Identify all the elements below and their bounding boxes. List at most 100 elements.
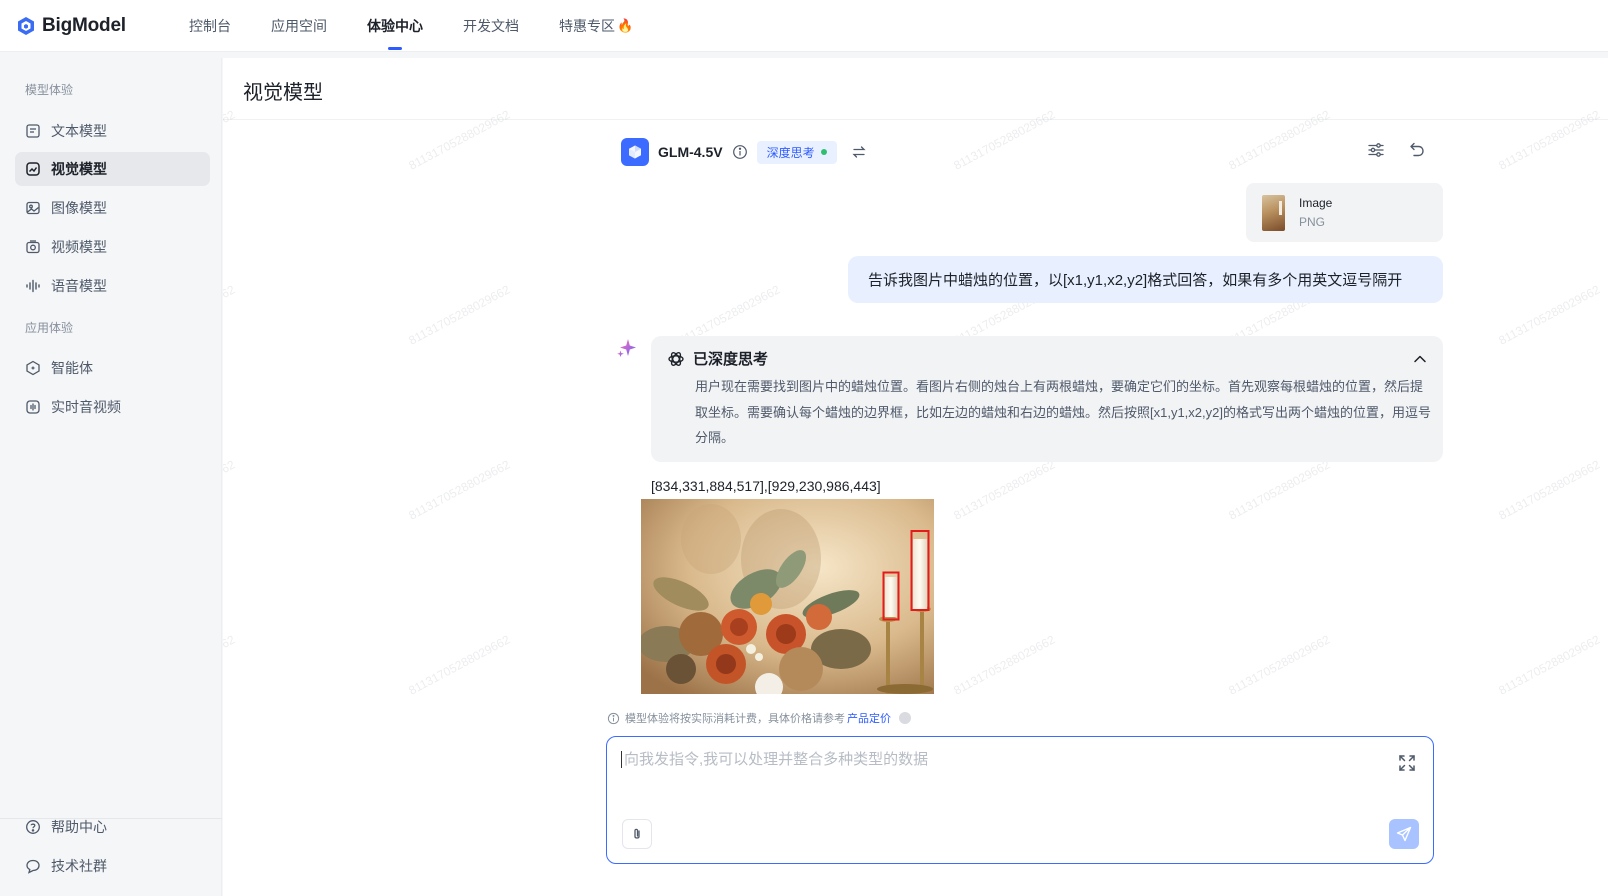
nav-special-offers-label: 特惠专区 bbox=[559, 17, 615, 34]
nav-dev-docs-label: 开发文档 bbox=[463, 17, 519, 34]
image-icon bbox=[24, 199, 42, 217]
watermark: 81131705288029662 bbox=[951, 632, 1058, 698]
watermark: 81131705288029662 bbox=[406, 107, 513, 173]
image-attachment-card[interactable]: Image PNG bbox=[1246, 183, 1443, 242]
sidebar-item-agent[interactable]: 智能体 bbox=[15, 351, 210, 385]
sidebar: 模型体验 文本模型 视觉模型 图像模型 视频模型 语音模型 应用体验 智能体 实… bbox=[0, 58, 222, 896]
vision-icon bbox=[24, 160, 42, 178]
fire-icon: 🔥 bbox=[617, 17, 634, 33]
thinking-header[interactable]: 已深度思考 bbox=[667, 348, 768, 369]
voice-icon bbox=[24, 277, 42, 295]
user-message-text: 告诉我图片中蜡烛的位置，以[x1,y1,x2,y2]格式回答，如果有多个用英文逗… bbox=[868, 272, 1403, 289]
title-divider bbox=[223, 119, 1608, 120]
watermark: 81131705288029662 bbox=[951, 457, 1058, 523]
send-button[interactable] bbox=[1389, 819, 1419, 849]
watermark: 81131705288029662 bbox=[1496, 107, 1603, 173]
reset-conversation-icon[interactable] bbox=[1407, 140, 1427, 160]
ai-sparkle-icon bbox=[617, 339, 636, 357]
sidebar-item-label: 技术社群 bbox=[51, 858, 107, 874]
sidebar-item-voice-model[interactable]: 语音模型 bbox=[15, 269, 210, 303]
sidebar-item-label: 文本模型 bbox=[51, 123, 107, 139]
nav-console-label: 控制台 bbox=[189, 17, 231, 34]
sidebar-item-community[interactable]: 技术社群 bbox=[15, 849, 210, 883]
close-notice-icon[interactable] bbox=[899, 712, 911, 724]
watermark: 81131705288029662 bbox=[223, 457, 238, 523]
text-icon bbox=[24, 122, 42, 140]
nav-app-space-label: 应用空间 bbox=[271, 17, 327, 34]
sidebar-item-realtime-av[interactable]: 实时音视频 bbox=[15, 390, 210, 424]
watermark: 81131705288029662 bbox=[1226, 632, 1333, 698]
deep-think-label: 深度思考 bbox=[766, 145, 815, 160]
nav-app-space[interactable]: 应用空间 bbox=[271, 0, 327, 52]
sidebar-item-label: 语音模型 bbox=[51, 278, 107, 294]
watermark: 81131705288029662 bbox=[951, 107, 1058, 173]
help-icon bbox=[24, 818, 42, 836]
brand-logo[interactable]: BigModel bbox=[16, 15, 166, 37]
thinking-panel: 已深度思考 用户现在需要找到图片中的蜡烛位置。看图片右侧的烛台上有两根蜡烛，要确… bbox=[651, 336, 1443, 462]
attachment-title: Image bbox=[1299, 196, 1333, 210]
deep-think-toggle[interactable]: 深度思考 bbox=[756, 140, 837, 164]
watermark: 81131705288029662 bbox=[406, 632, 513, 698]
watermark: 81131705288029662 bbox=[1226, 457, 1333, 523]
sidebar-item-help[interactable]: 帮助中心 bbox=[15, 810, 210, 844]
sidebar-item-label: 视觉模型 bbox=[51, 161, 107, 177]
nav-experience-center-label: 体验中心 bbox=[367, 17, 423, 34]
sidebar-item-text-model[interactable]: 文本模型 bbox=[15, 114, 210, 148]
info-icon bbox=[607, 712, 620, 724]
model-name[interactable]: GLM-4.5V bbox=[658, 144, 723, 160]
thinking-title: 已深度思考 bbox=[693, 351, 769, 368]
sidebar-item-label: 智能体 bbox=[51, 360, 93, 376]
attach-file-button[interactable] bbox=[622, 819, 652, 849]
chevron-up-icon[interactable] bbox=[1411, 350, 1429, 368]
swap-model-icon[interactable] bbox=[851, 144, 867, 160]
sidebar-item-vision-model[interactable]: 视觉模型 bbox=[15, 152, 210, 186]
sidebar-group-model: 模型体验 bbox=[25, 83, 74, 97]
billing-notice-text: 模型体验将按实际消耗计费，具体价格请参考 bbox=[625, 713, 845, 725]
watermark: 81131705288029662 bbox=[223, 282, 238, 348]
thinking-content: 用户现在需要找到图片中的蜡烛位置。看图片右侧的烛台上有两根蜡烛，要确定它们的坐标… bbox=[695, 379, 1431, 445]
paperclip-icon bbox=[634, 828, 640, 839]
info-icon[interactable] bbox=[732, 144, 748, 160]
settings-sliders-icon[interactable] bbox=[1366, 140, 1386, 160]
sidebar-item-label: 实时音视频 bbox=[51, 399, 121, 415]
agent-icon bbox=[24, 359, 42, 377]
image-thumbnail bbox=[1262, 194, 1285, 231]
chat-input[interactable] bbox=[621, 751, 1381, 768]
deep-think-status-dot bbox=[820, 149, 827, 155]
billing-notice: 模型体验将按实际消耗计费，具体价格请参考 产品定价 bbox=[607, 710, 911, 726]
nav-experience-center[interactable]: 体验中心 bbox=[367, 0, 423, 52]
watermark: 81131705288029662 bbox=[1496, 282, 1603, 348]
watermark: 81131705288029662 bbox=[1496, 457, 1603, 523]
chat-input-box bbox=[606, 736, 1434, 864]
model-selector: GLM-4.5V 深度思考 bbox=[621, 138, 867, 166]
watermark: 81131705288029662 bbox=[223, 632, 238, 698]
brain-icon bbox=[668, 351, 684, 366]
sidebar-item-label: 图像模型 bbox=[51, 200, 107, 216]
send-icon bbox=[1396, 826, 1412, 842]
pricing-link[interactable]: 产品定价 bbox=[847, 710, 891, 726]
community-icon bbox=[24, 857, 42, 875]
nav-special-offers[interactable]: 特惠专区 🔥 bbox=[559, 0, 633, 52]
sidebar-item-video-model[interactable]: 视频模型 bbox=[15, 230, 210, 264]
watermark: 81131705288029662 bbox=[406, 457, 513, 523]
bigmodel-logo-icon bbox=[18, 16, 34, 35]
attachment-type: PNG bbox=[1299, 215, 1326, 229]
sidebar-group-app: 应用体验 bbox=[25, 321, 74, 335]
nav-dev-docs[interactable]: 开发文档 bbox=[463, 0, 519, 52]
nav-console[interactable]: 控制台 bbox=[189, 0, 231, 52]
expand-icon[interactable] bbox=[1397, 753, 1417, 773]
brand-name: BigModel bbox=[42, 14, 126, 36]
main-nav: 控制台 应用空间 体验中心 开发文档 特惠专区 🔥 bbox=[189, 0, 673, 52]
realtime-icon bbox=[24, 398, 42, 416]
user-message: 告诉我图片中蜡烛的位置，以[x1,y1,x2,y2]格式回答，如果有多个用英文逗… bbox=[848, 256, 1443, 303]
model-logo-icon bbox=[621, 138, 649, 166]
watermark: 81131705288029662 bbox=[223, 107, 238, 173]
top-navigation: BigModel 控制台 应用空间 体验中心 开发文档 特惠专区 🔥 bbox=[0, 0, 1608, 52]
sidebar-item-image-model[interactable]: 图像模型 bbox=[15, 191, 210, 225]
answer-text: [834,331,884,517],[929,230,986,443] bbox=[651, 478, 881, 494]
sidebar-item-label: 视频模型 bbox=[51, 239, 107, 255]
annotated-result-image[interactable] bbox=[641, 499, 934, 694]
page-title: 视觉模型 bbox=[243, 82, 323, 104]
main-content: 视觉模型 81131705288029662 81131705288029662… bbox=[223, 58, 1608, 896]
watermark: 81131705288029662 bbox=[1226, 107, 1333, 173]
